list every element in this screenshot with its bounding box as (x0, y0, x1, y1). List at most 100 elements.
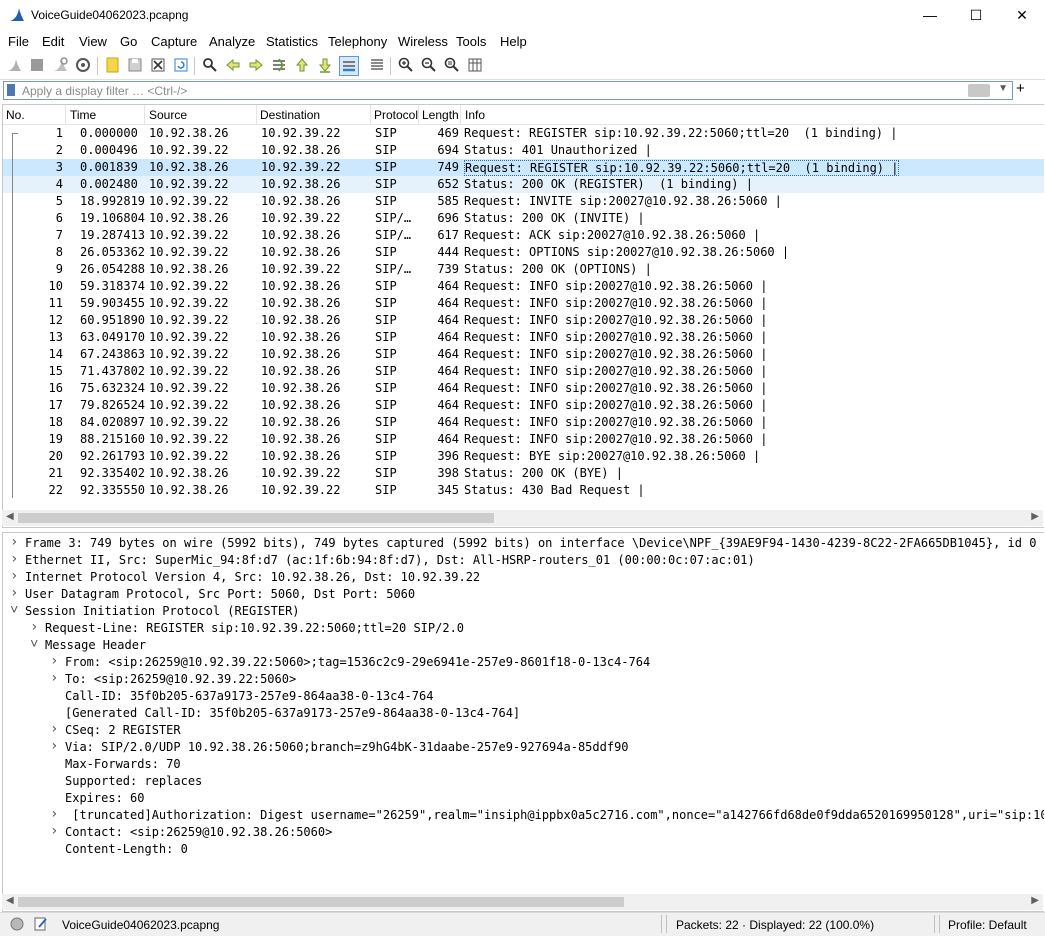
table-row[interactable]: 3 0.001839 10.92.38.26 10.92.39.22 SIP 749 Req… (3, 159, 1044, 176)
status-separator[interactable] (934, 915, 935, 933)
last-packet-icon[interactable] (316, 56, 334, 74)
tree-item[interactable]: › Internet Protocol Version 4, Src: 10.92… (3, 568, 1044, 586)
chevron-right-icon[interactable]: › (50, 806, 58, 822)
table-row[interactable]: 8 26.053362 10.92.39.22 10.92.38.26 SIP 444 Re… (3, 244, 1044, 261)
go-back-icon[interactable] (224, 56, 242, 74)
tree-item[interactable]: Max-Forwards: 70 (3, 756, 1044, 773)
column-header-time[interactable]: Time (70, 108, 96, 122)
table-row[interactable]: 7 19.287413 10.92.39.22 10.92.38.26 SIP/… 617… (3, 227, 1044, 244)
tree-item[interactable]: Expires: 60 (3, 790, 1044, 807)
menu-capture[interactable]: Capture (151, 34, 197, 49)
column-separator[interactable] (370, 105, 371, 124)
expert-info-icon[interactable] (10, 917, 24, 931)
menu-file[interactable]: File (8, 34, 29, 49)
table-row[interactable]: 16 75.632324 10.92.39.22 10.92.38.26 SIP 464 R… (3, 380, 1044, 397)
table-row[interactable]: 10 59.318374 10.92.39.22 10.92.38.26 SIP 464 R… (3, 278, 1044, 295)
start-capture-icon[interactable] (5, 56, 23, 74)
table-row[interactable]: 21 92.335402 10.92.38.26 10.92.39.22 SIP 398 S… (3, 465, 1044, 482)
resize-columns-icon[interactable] (466, 56, 484, 74)
zoom-in-icon[interactable] (397, 56, 415, 74)
column-header-length[interactable]: Length (422, 108, 459, 122)
go-to-packet-icon[interactable] (270, 56, 288, 74)
table-row[interactable]: 12 60.951890 10.92.39.22 10.92.38.26 SIP 464 R… (3, 312, 1044, 329)
column-header-source[interactable]: Source (149, 108, 187, 122)
scroll-right-icon[interactable]: ▶ (1031, 511, 1039, 522)
table-row[interactable]: 22 92.335550 10.92.38.26 10.92.39.22 SIP 345 S… (3, 482, 1044, 499)
chevron-right-icon[interactable]: › (10, 568, 18, 584)
column-header-destination[interactable]: Destination (260, 108, 320, 122)
chevron-right-icon[interactable]: › (50, 823, 58, 839)
column-separator[interactable] (144, 105, 145, 124)
status-separator[interactable] (666, 915, 667, 933)
tree-item[interactable]: ˅ Session Initiation Protocol (REGISTER) (3, 602, 1044, 620)
table-row[interactable]: 20 92.261793 10.92.39.22 10.92.38.26 SIP 396 R… (3, 448, 1044, 465)
table-row[interactable]: 1 0.000000 10.92.38.26 10.92.39.22 SIP 469 Req… (3, 125, 1044, 142)
column-separator[interactable] (256, 105, 257, 124)
table-row[interactable]: 11 59.903455 10.92.39.22 10.92.38.26 SIP 464 R… (3, 295, 1044, 312)
chevron-down-icon[interactable]: ˅ (10, 602, 18, 619)
tree-item[interactable]: › CSeq: 2 REGISTER (3, 721, 1044, 739)
menu-analyze[interactable]: Analyze (209, 34, 255, 49)
chevron-right-icon[interactable]: › (10, 585, 18, 601)
chevron-right-icon[interactable]: › (50, 653, 58, 669)
tree-item[interactable]: › Contact: <sip:26259@10.92.38.26:5060> (3, 823, 1044, 841)
open-file-icon[interactable] (104, 56, 122, 74)
table-row[interactable]: 15 71.437802 10.92.39.22 10.92.38.26 SIP 464 R… (3, 363, 1044, 380)
table-row[interactable]: 19 88.215160 10.92.39.22 10.92.38.26 SIP 464 R… (3, 431, 1044, 448)
chevron-right-icon[interactable]: › (10, 551, 18, 567)
column-separator[interactable] (418, 105, 419, 124)
column-separator[interactable] (65, 105, 66, 124)
table-row[interactable]: 2 0.000496 10.92.39.22 10.92.38.26 SIP 694 Sta… (3, 142, 1044, 159)
table-row[interactable]: 6 19.106804 10.92.38.26 10.92.39.22 SIP/… 696… (3, 210, 1044, 227)
status-separator[interactable] (939, 915, 940, 933)
tree-item[interactable]: Call-ID: 35f0b205-637a9173-257e9-864aa38… (3, 688, 1044, 705)
packet-list-horizontal-scrollbar[interactable]: ◀ ▶ (2, 510, 1043, 526)
reload-file-icon[interactable] (172, 56, 190, 74)
tree-item[interactable]: › Frame 3: 749 bytes on wire (5992 bits),… (3, 534, 1044, 552)
tree-item[interactable]: Content-Length: 0 (3, 841, 1044, 858)
status-profile[interactable]: Profile: Default (948, 918, 1027, 932)
chevron-down-icon[interactable]: ˅ (30, 636, 38, 653)
scrollbar-thumb[interactable] (18, 513, 494, 523)
table-row[interactable]: 13 63.049170 10.92.39.22 10.92.38.26 SIP 464 R… (3, 329, 1044, 346)
tree-item[interactable]: › User Datagram Protocol, Src Port: 5060,… (3, 585, 1044, 603)
table-row[interactable]: 4 0.002480 10.92.39.22 10.92.38.26 SIP 652 Sta… (3, 176, 1044, 193)
tree-item[interactable]: Supported: replaces (3, 773, 1044, 790)
close-button[interactable]: ✕ (999, 0, 1045, 31)
chevron-right-icon[interactable]: › (50, 670, 58, 686)
table-row[interactable]: 5 18.992819 10.92.39.22 10.92.38.26 SIP 585 Re… (3, 193, 1044, 210)
display-filter-input[interactable] (22, 82, 922, 99)
chevron-right-icon[interactable]: › (10, 534, 18, 550)
add-filter-button[interactable]: + (1016, 80, 1025, 97)
details-horizontal-scrollbar[interactable]: ◀ ▶ (2, 894, 1043, 910)
save-file-icon[interactable] (126, 56, 144, 74)
go-forward-icon[interactable] (247, 56, 265, 74)
tree-item[interactable]: › Request-Line: REGISTER sip:10.92.39.22:… (3, 619, 1044, 637)
chevron-down-icon[interactable]: ▼ (998, 83, 1008, 94)
tree-item[interactable]: › To: <sip:26259@10.92.39.22:5060> (3, 670, 1044, 688)
scroll-left-icon[interactable]: ◀ (6, 511, 14, 522)
table-row[interactable]: 9 26.054288 10.92.38.26 10.92.39.22 SIP/… 739… (3, 261, 1044, 278)
tree-item[interactable]: › Via: SIP/2.0/UDP 10.92.38.26:5060;branc… (3, 738, 1044, 756)
stop-capture-icon[interactable] (28, 56, 46, 74)
table-row[interactable]: 18 84.020897 10.92.39.22 10.92.38.26 SIP 464 R… (3, 414, 1044, 431)
chevron-right-icon[interactable]: › (50, 721, 58, 737)
zoom-out-icon[interactable] (420, 56, 438, 74)
menu-statistics[interactable]: Statistics (266, 34, 318, 49)
maximize-button[interactable]: ☐ (953, 0, 999, 31)
menu-go[interactable]: Go (120, 34, 137, 49)
table-row[interactable]: 17 79.826524 10.92.39.22 10.92.38.26 SIP 464 R… (3, 397, 1044, 414)
auto-scroll-icon[interactable] (339, 56, 359, 76)
scroll-right-icon[interactable]: ▶ (1031, 895, 1039, 906)
first-packet-icon[interactable] (293, 56, 311, 74)
menu-view[interactable]: View (79, 34, 107, 49)
restart-capture-icon[interactable] (51, 56, 69, 74)
status-separator[interactable] (661, 915, 662, 933)
chevron-right-icon[interactable]: › (30, 619, 38, 635)
tree-item[interactable]: ˅ Message Header (3, 636, 1044, 654)
close-file-icon[interactable] (149, 56, 167, 74)
menu-help[interactable]: Help (500, 34, 527, 49)
tree-item[interactable]: [Generated Call-ID: 35f0b205-637a9173-25… (3, 705, 1044, 722)
column-header-no[interactable]: No. (6, 108, 25, 122)
scrollbar-thumb[interactable] (18, 897, 624, 907)
